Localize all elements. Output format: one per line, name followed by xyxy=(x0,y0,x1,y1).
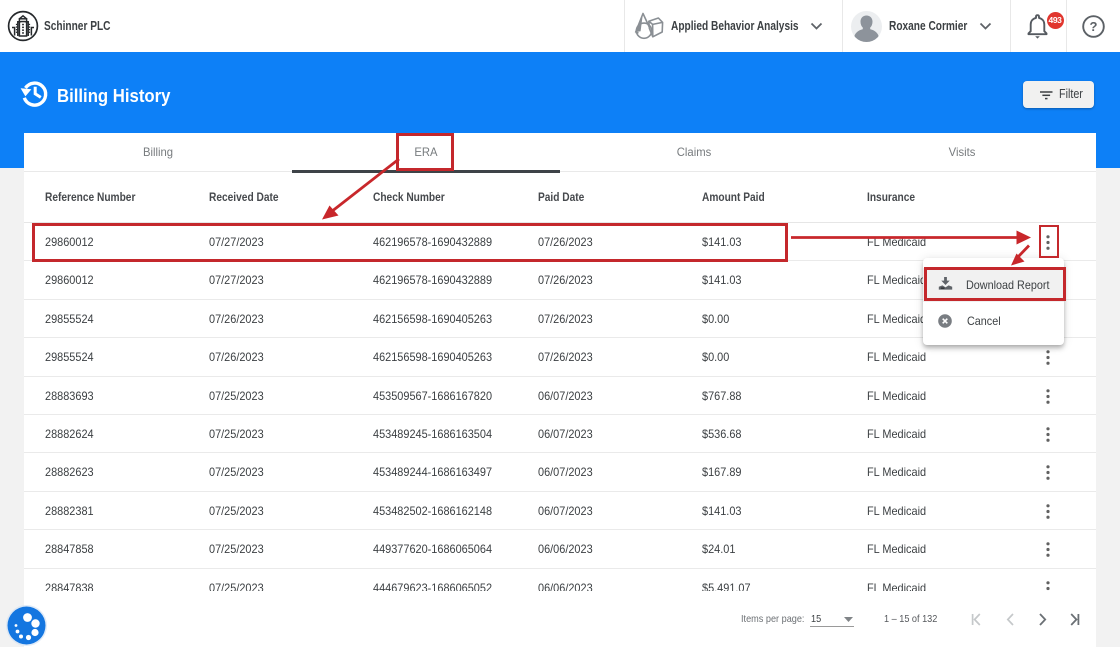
svg-text:?: ? xyxy=(1090,19,1098,34)
